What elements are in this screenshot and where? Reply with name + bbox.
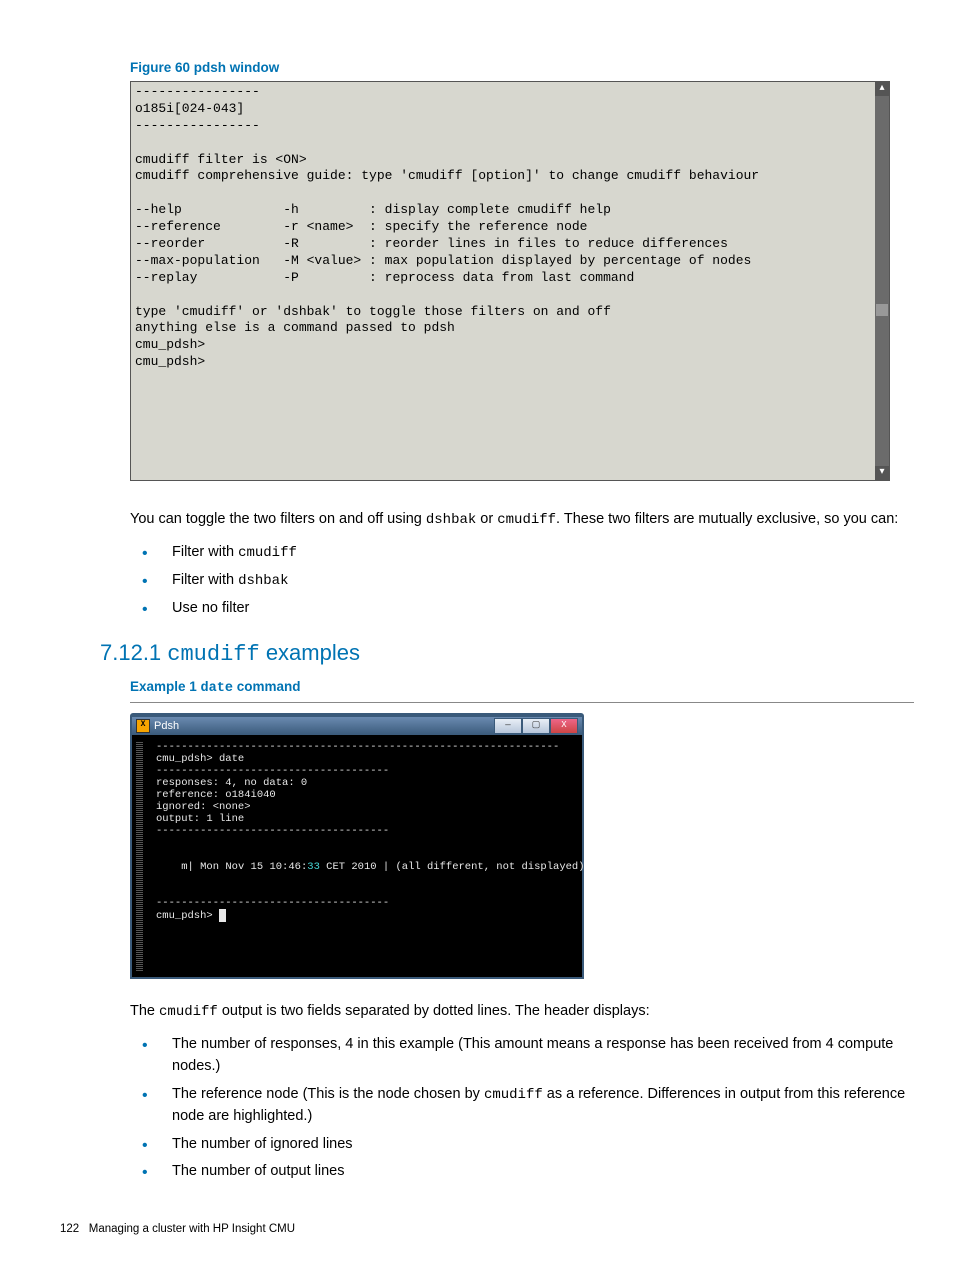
code-cmudiff: cmudiff xyxy=(159,1004,218,1020)
pdsh-output: ----------------------------------------… xyxy=(156,741,570,922)
page-number: 122 xyxy=(60,1223,79,1235)
list-item: Filter with cmudiff xyxy=(130,542,914,564)
pdsh-terminal-window: ---------------- o185i[024-043] --------… xyxy=(130,81,890,481)
list-item: The number of ignored lines xyxy=(130,1134,914,1156)
terminal-output: ---------------- o185i[024-043] --------… xyxy=(131,82,889,373)
header-displays-list: The number of responses, 4 in this examp… xyxy=(130,1034,914,1183)
scroll-gutter[interactable] xyxy=(136,741,143,971)
cursor-icon xyxy=(219,909,226,922)
paragraph-toggle-filters: You can toggle the two filters on and of… xyxy=(130,509,914,530)
list-item: Use no filter xyxy=(130,598,914,620)
window-app-icon: X xyxy=(136,719,150,733)
page-footer: 122 Managing a cluster with HP Insight C… xyxy=(30,1223,924,1235)
code-cmudiff: cmudiff xyxy=(497,512,556,528)
maximize-button[interactable]: ▢ xyxy=(522,718,550,734)
window-titlebar: X Pdsh — ▢ X xyxy=(132,717,582,735)
example-caption: Example 1 date command xyxy=(130,679,914,696)
pdsh-terminal-body: ----------------------------------------… xyxy=(132,735,582,977)
list-item: The number of responses, 4 in this examp… xyxy=(130,1034,914,1078)
scroll-down-arrow-icon[interactable]: ▾ xyxy=(875,466,889,480)
scroll-up-arrow-icon[interactable]: ▴ xyxy=(875,82,889,96)
figure-caption: Figure 60 pdsh window xyxy=(130,60,914,75)
footer-text: Managing a cluster with HP Insight CMU xyxy=(89,1223,295,1235)
scrollbar-vertical[interactable]: ▴ ▾ xyxy=(875,82,889,480)
list-item: The number of output lines xyxy=(130,1161,914,1183)
code-dshbak: dshbak xyxy=(426,512,476,528)
section-heading-7-12-1: 7.12.1 cmudiff examples xyxy=(100,640,914,667)
list-item: Filter with dshbak xyxy=(130,570,914,592)
horizontal-rule xyxy=(130,702,914,703)
highlight-diff: 33 xyxy=(307,861,320,873)
filter-options-list: Filter with cmudiff Filter with dshbak U… xyxy=(130,542,914,620)
pdsh-window-screenshot: X Pdsh — ▢ X ---------------------------… xyxy=(130,713,584,979)
list-item: The reference node (This is the node cho… xyxy=(130,1084,914,1128)
minimize-button[interactable]: — xyxy=(494,718,522,734)
scrollbar-thumb[interactable] xyxy=(876,304,888,316)
close-button[interactable]: X xyxy=(550,718,578,734)
window-title: Pdsh xyxy=(154,720,179,732)
paragraph-cmudiff-output: The cmudiff output is two fields separat… xyxy=(130,1001,914,1022)
